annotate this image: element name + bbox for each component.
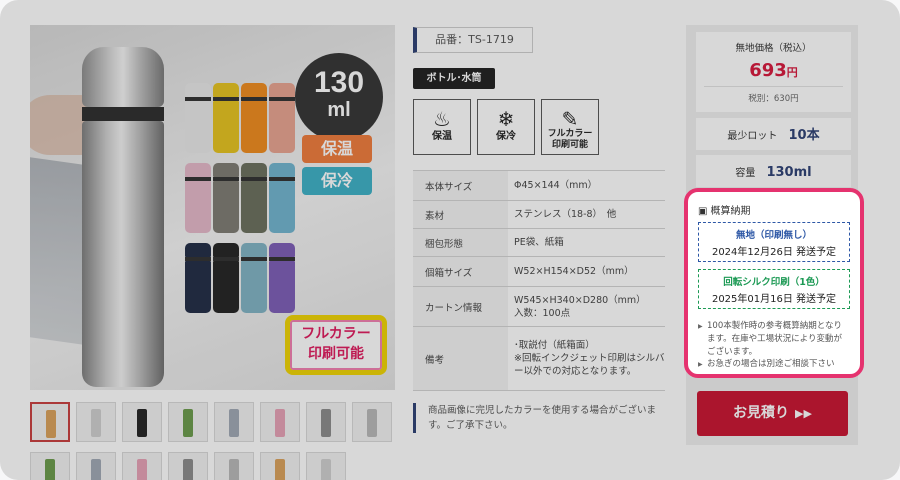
delivery-title: 概算納期 [710,206,751,217]
product-thumbnail[interactable] [76,452,116,480]
product-page: 130 ml 保温 保冷 フルカラー 印刷可能 品番：TS-1719 ボトル･水… [0,0,900,480]
feature-warm: ♨ 保温 [413,99,471,155]
product-thumbnail[interactable] [306,452,346,480]
main-product-image: 130 ml 保温 保冷 フルカラー 印刷可能 [30,25,395,390]
spec-key: 素材 [413,200,508,229]
spec-row: 梱包形態 PE袋、紙箱 [413,228,665,257]
delivery-silk-label: 回転シルク印刷（1色） [723,277,825,288]
price-number: 693 [749,60,787,81]
spec-key: 個箱サイズ [413,256,508,287]
snowflake-icon: ❄ [497,107,515,131]
spec-key: 本体サイズ [413,170,508,201]
double-arrow-icon: ▶▶ [795,407,812,420]
image-color-notice: 商品画像に完児したカラーを使用する場合がございます。ご了承下さい。 [413,403,673,433]
capacity-badge-number: 130 [313,66,365,99]
product-thumbnail[interactable] [260,452,300,480]
spec-row: 本体サイズ Φ45×144（mm） [413,170,665,201]
min-lot-label: 最少ロット [727,131,778,142]
spec-value: PE袋、紙箱 [514,237,564,248]
spec-row: 備考 ･取説付（紙箱面） ※回転インクジェット印刷はシルバー以外での対応となります… [413,326,665,391]
mini-bottle [269,83,295,153]
spec-value: ･取説付（紙箱面） ※回転インクジェット印刷はシルバー以外での対応となります。 [514,340,665,377]
feature-warm-label: 保温 [432,131,452,142]
mini-bottle [269,243,295,313]
mini-bottle [213,163,239,233]
spec-value: ステンレス（18-8） 他 [514,209,617,220]
mini-bottle [213,243,239,313]
min-lot-box: 最少ロット 10本 [696,118,851,150]
quote-button[interactable]: お見積り ▶▶ [697,391,848,436]
fullcolor-line2: 印刷可能 [308,346,364,362]
mini-bottle [269,163,295,233]
capacity-box: 容量 130ml [696,155,851,187]
delivery-plain: 無地（印刷無し） 2024年12月26日 発送予定 [698,222,850,262]
product-thumbnail[interactable] [122,402,162,442]
spec-value: W545×H340×D280（mm） 入数：100点 [514,294,646,319]
product-thumbnail[interactable] [76,402,116,442]
warm-tag: 保温 [302,135,372,163]
tax-excluded-price: 税別：630円 [704,86,843,104]
feature-cool-label: 保冷 [496,131,516,142]
mini-bottle [185,163,211,233]
capacity-badge: 130 ml [295,53,383,141]
spec-row: 個箱サイズ W52×H154×D52（mm） [413,256,665,287]
product-thumbnail[interactable] [214,452,254,480]
spec-row: カートン情報 W545×H340×D280（mm） 入数：100点 [413,286,665,327]
capacity-badge-unit: ml [327,99,351,121]
product-thumbnail[interactable] [168,402,208,442]
feature-fullcolor: ✎ フルカラー 印刷可能 [541,99,599,155]
product-thumbnail[interactable] [168,452,208,480]
flame-icon: ♨ [433,107,451,131]
capacity-label: 容量 [735,168,756,179]
spec-key: カートン情報 [413,286,508,327]
price-box: 無地価格（税込） 693円 税別：630円 [696,32,851,112]
spec-table: 本体サイズ Φ45×144（mm） 素材 ステンレス（18-8） 他梱包形態 PE袋、紙… [413,170,665,391]
product-code: 品番：TS-1719 [413,27,533,53]
delivery-estimate-panel: ▣ 概算納期 無地（印刷無し） 2024年12月26日 発送予定 回転シルク印刷（… [684,188,864,378]
product-thumbnail[interactable] [30,452,70,480]
product-thumbnail[interactable] [260,402,300,442]
spec-value: Φ45×144（mm） [514,180,598,191]
mini-bottle [241,83,267,153]
fullcolor-print-badge: フルカラー 印刷可能 [285,315,387,375]
print-icon: ✎ [561,107,579,131]
product-thumbnail[interactable] [306,402,346,442]
price-value: 693円 [696,60,851,81]
product-thumbnail[interactable] [214,402,254,442]
product-thumbnail[interactable] [352,402,392,442]
spec-key: 備考 [413,326,508,391]
capacity-value: 130ml [766,165,812,180]
spec-key: 梱包形態 [413,228,508,257]
delivery-plain-label: 無地（印刷無し） [735,230,812,241]
price-yen: 円 [786,66,798,79]
cool-tag: 保冷 [302,167,372,195]
product-thumbnail[interactable] [122,452,162,480]
delivery-silk-date: 2025年01月16日 発送予定 [711,294,837,305]
delivery-plain-date: 2024年12月26日 発送予定 [711,247,837,258]
calendar-icon: ▣ [698,206,708,217]
stainless-bottle-image [82,47,164,387]
delivery-silk: 回転シルク印刷（1色） 2025年01月16日 発送予定 [698,269,850,309]
fullcolor-line1: フルカラー [301,326,371,342]
spec-row: 素材 ステンレス（18-8） 他 [413,200,665,229]
min-lot-value: 10本 [788,128,820,143]
spec-value: W52×H154×D52（mm） [514,266,634,277]
quote-button-label: お見積り [733,405,790,421]
price-label: 無地価格（税込） [735,43,812,54]
feature-cool: ❄ 保冷 [477,99,535,155]
delivery-note: 100本製作時の参考概算納期となります。在庫や工場状況により変動がございます。 [698,320,848,359]
delivery-header: ▣ 概算納期 [688,192,860,223]
feature-fullcolor-label: フルカラー 印刷可能 [547,129,593,150]
mini-bottle [185,243,211,313]
delivery-note-urgent: お急ぎの場合は別途ご相談下さい [698,358,848,371]
product-thumbnail[interactable] [30,402,70,442]
mini-bottle [241,163,267,233]
mini-bottle [185,83,211,153]
mini-bottle [213,83,239,153]
category-badge[interactable]: ボトル･水筒 [413,68,495,89]
mini-bottle [241,243,267,313]
